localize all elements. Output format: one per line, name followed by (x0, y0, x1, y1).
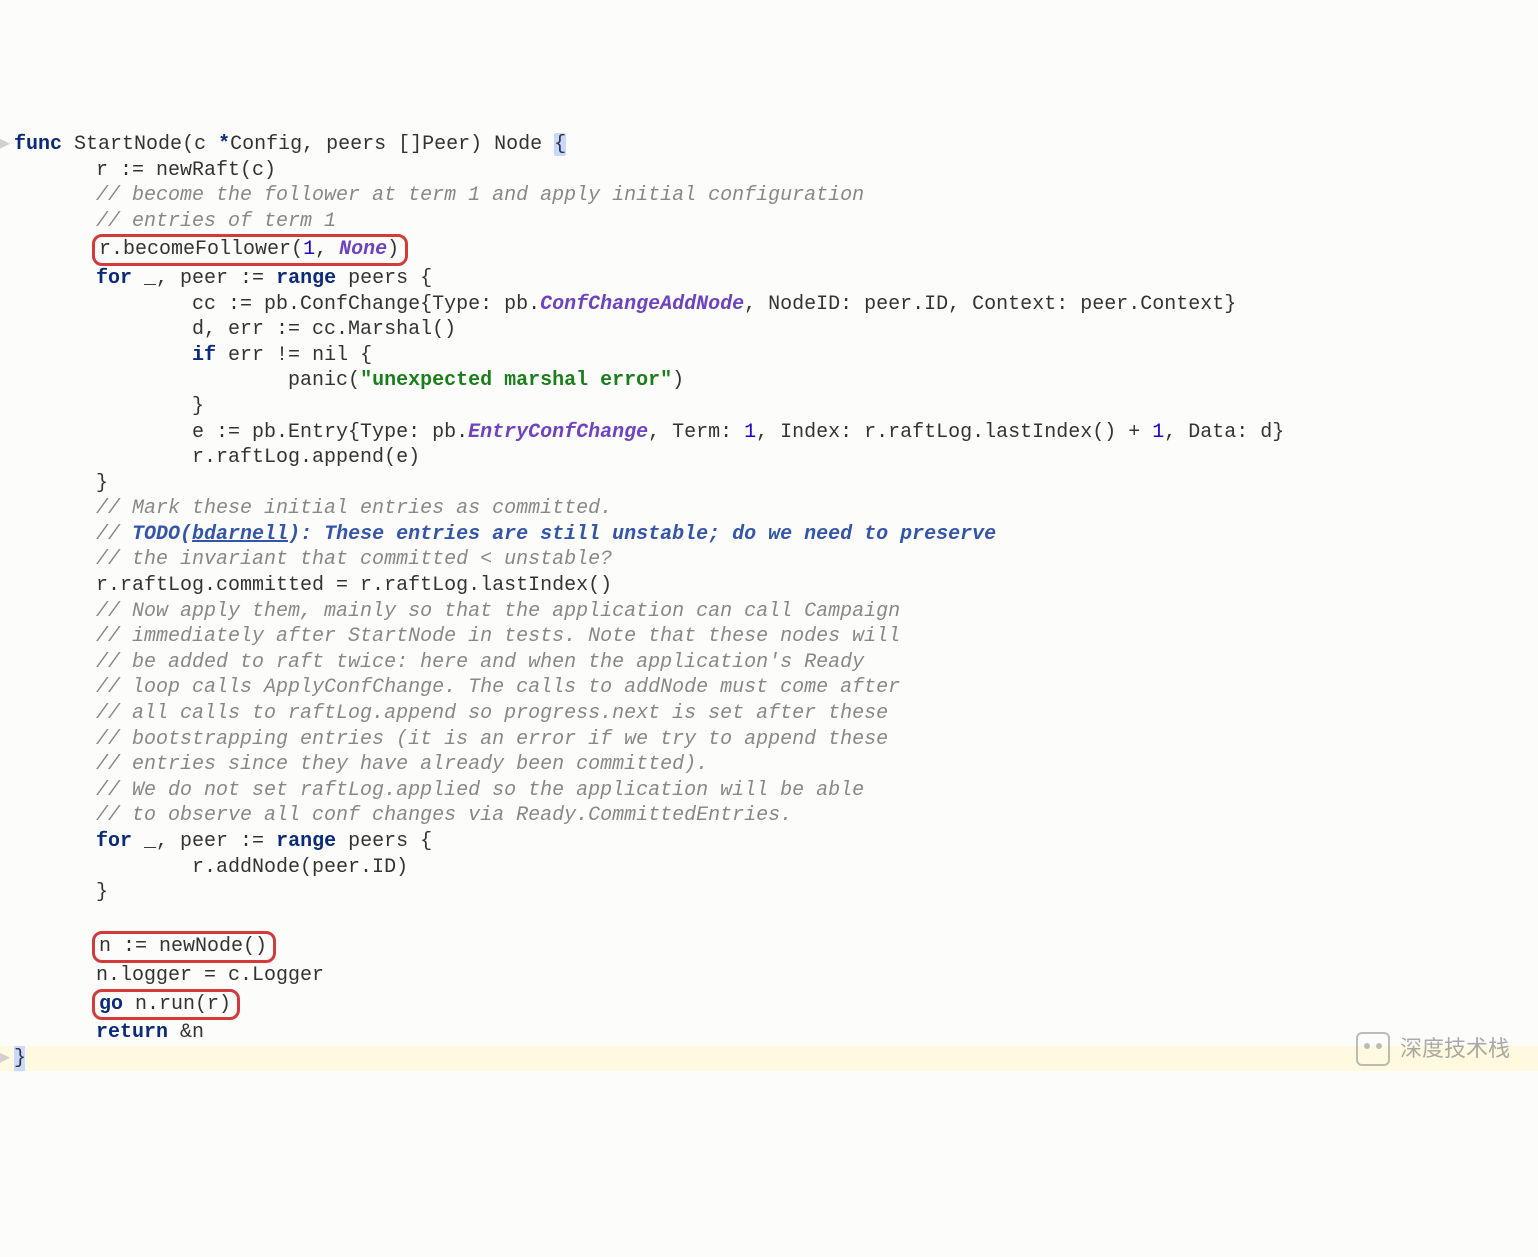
watermark: 深度技术栈 (1356, 1032, 1510, 1066)
keyword-return: return (96, 1021, 168, 1044)
code-line: r.raftLog.committed = r.raftLog.lastInde… (0, 574, 612, 597)
comment: // entries of term 1 (0, 210, 336, 233)
keyword-for: for (96, 267, 132, 290)
comment: // Mark these initial entries as committ… (0, 497, 612, 520)
keyword-go: go (99, 993, 123, 1016)
comment: // entries since they have already been … (0, 753, 708, 776)
code-line: r.addNode(peer.ID) (0, 856, 408, 879)
wechat-icon (1356, 1032, 1390, 1066)
comment: // be added to raft twice: here and when… (0, 651, 864, 674)
code-line: r := newRaft(c) (0, 159, 276, 182)
comment: // Now apply them, mainly so that the ap… (0, 600, 900, 623)
comment: // become the follower at term 1 and app… (0, 184, 864, 207)
keyword-func: func (14, 133, 62, 156)
string-literal: "unexpected marshal error" (360, 369, 672, 392)
highlight-box-go-run: go n.run(r) (92, 989, 240, 1021)
fold-gutter-icon[interactable]: ▸ (0, 132, 14, 158)
matching-brace: } (14, 1046, 25, 1072)
comment: // to observe all conf changes via Ready… (0, 804, 792, 827)
keyword-range: range (276, 267, 336, 290)
code-line: } (0, 472, 108, 495)
code-line: d, err := cc.Marshal() (0, 318, 456, 341)
selected-brace: { (554, 133, 566, 156)
code-line: n.logger = c.Logger (0, 964, 324, 987)
code-line: r.raftLog.append(e) (0, 446, 420, 469)
code-block[interactable]: ▸func StartNode(c *Config, peers []Peer)… (0, 102, 1538, 1077)
code-line: } (0, 881, 108, 904)
comment: // bootstrapping entries (it is an error… (0, 728, 888, 751)
keyword-range: range (276, 830, 336, 853)
comment: // loop calls ApplyConfChange. The calls… (0, 676, 900, 699)
keyword-if: if (192, 344, 216, 367)
comment: // We do not set raftLog.applied so the … (0, 779, 864, 802)
comment: // immediately after StartNode in tests.… (0, 625, 900, 648)
identifier-confchangeaddnode: ConfChangeAddNode (540, 293, 744, 316)
todo-marker: TODO( (132, 523, 192, 546)
comment: // the invariant that committed < unstab… (0, 548, 612, 571)
highlight-box-new-node: n := newNode() (92, 931, 276, 963)
code-line: } (0, 395, 204, 418)
func-name: StartNode (74, 133, 182, 156)
fold-gutter-icon[interactable]: ▸ (0, 1046, 14, 1072)
comment: // all calls to raftLog.append so progre… (0, 702, 888, 725)
identifier-entryconfchange: EntryConfChange (468, 421, 648, 444)
watermark-text: 深度技术栈 (1400, 1035, 1510, 1063)
cursor-line[interactable]: ▸} (0, 1046, 1538, 1072)
highlight-box-become-follower: r.becomeFollower(1, None) (92, 234, 408, 266)
keyword-for: for (96, 830, 132, 853)
